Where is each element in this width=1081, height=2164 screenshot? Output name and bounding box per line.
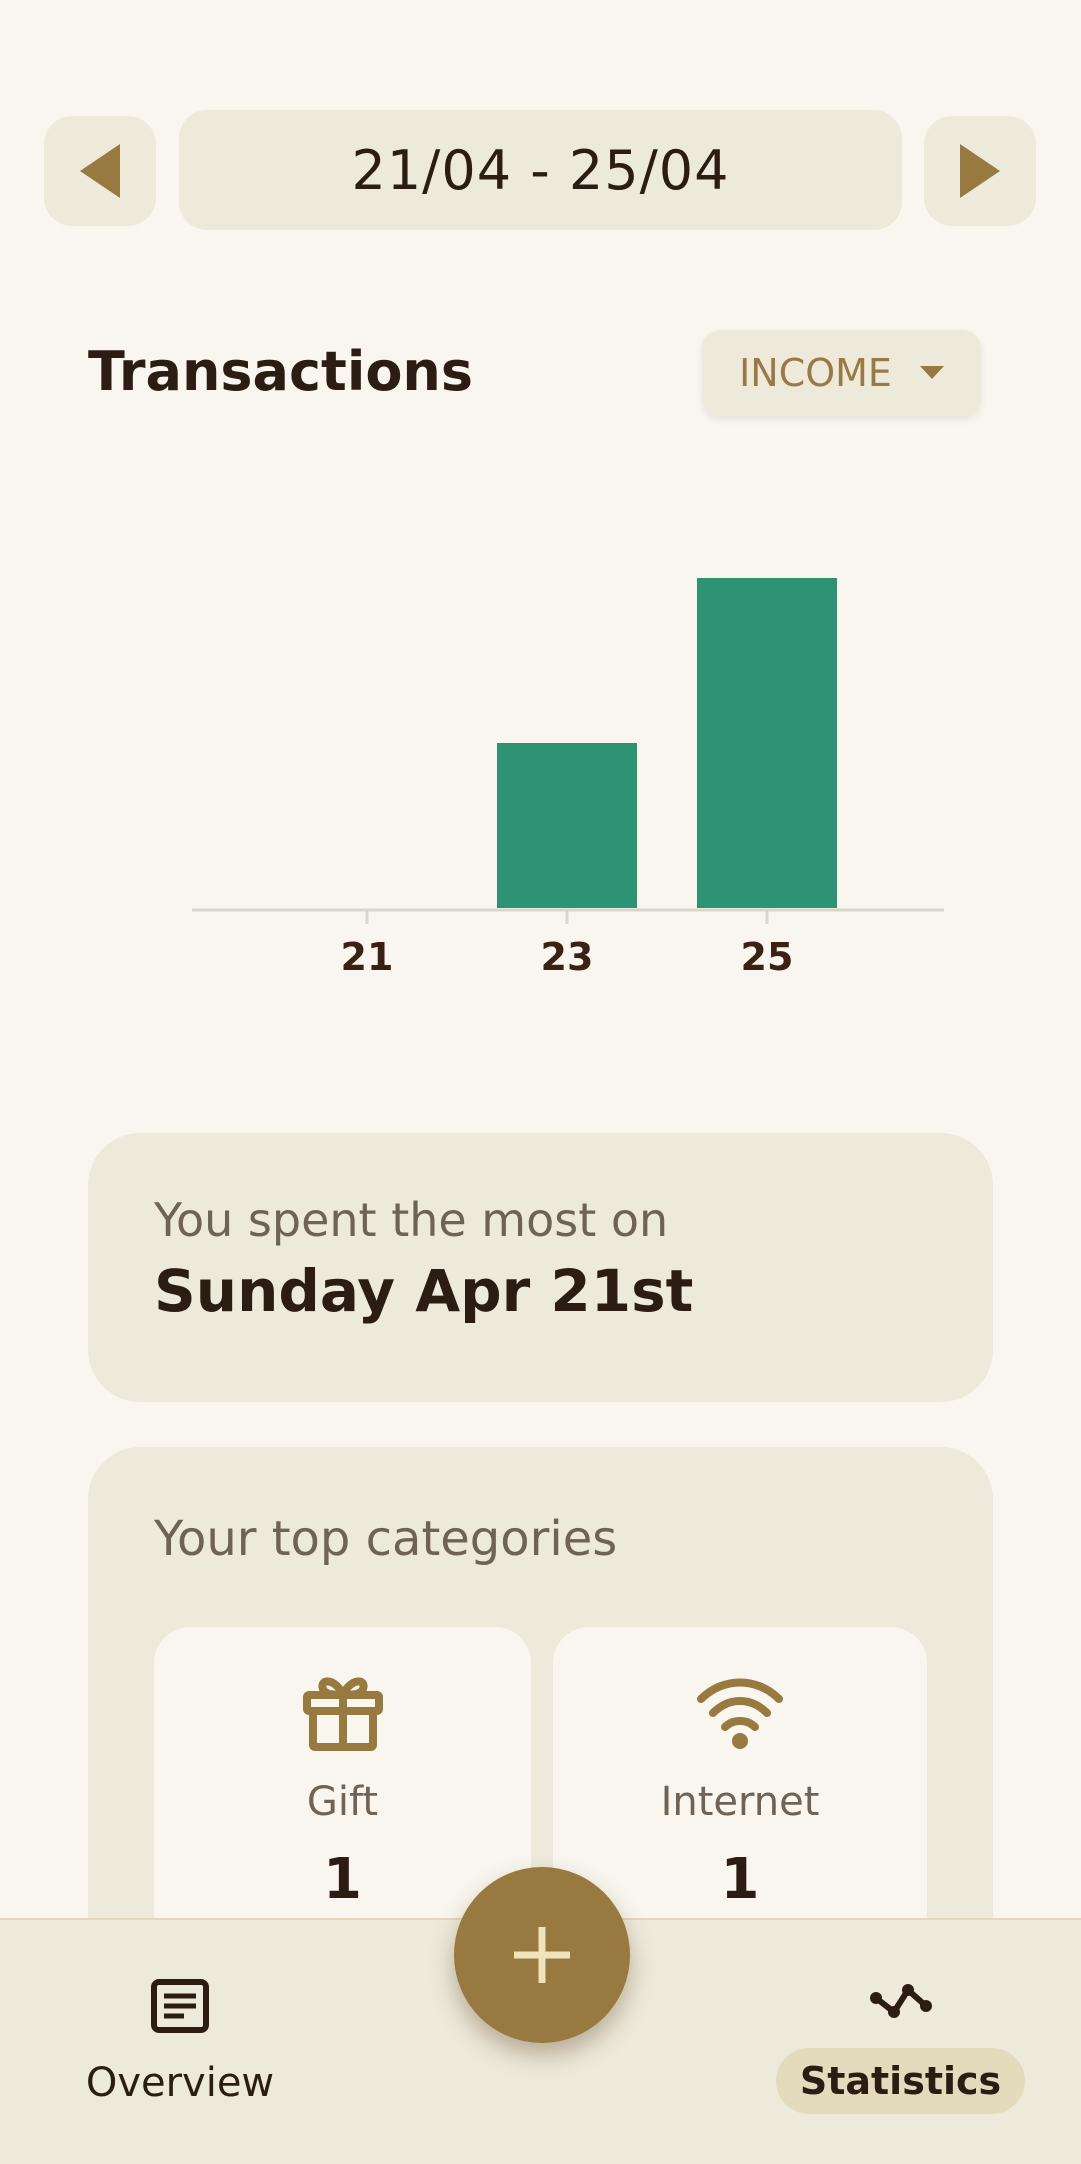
chart-tick-label-21: 21 [341,935,394,979]
triangle-left-icon [80,144,120,198]
nav-overview[interactable]: Overview [40,1960,320,2140]
date-range-selector[interactable]: 21/04 - 25/04 [179,110,902,230]
transactions-bar-chart: 21 23 25 [192,578,944,979]
spent-most-card: You spent the most on Sunday Apr 21st [88,1133,993,1402]
category-name: Internet [660,1779,820,1825]
date-range-label: 21/04 - 25/04 [351,138,730,202]
triangle-right-icon [960,144,1000,198]
trend-line-icon [870,1984,932,2018]
caret-down-icon [919,366,944,379]
next-range-button[interactable] [924,116,1036,226]
gift-icon [302,1677,383,1751]
previous-range-button[interactable] [44,116,156,226]
transaction-type-dropdown[interactable]: INCOME [702,330,981,416]
chart-bar-25 [697,578,837,908]
category-count: 1 [323,1847,362,1912]
nav-overview-label: Overview [85,2060,275,2106]
chart-tick-label-23: 23 [541,935,594,979]
add-transaction-button[interactable] [454,1867,630,2043]
document-list-icon [151,1979,209,2033]
chart-tick-label-25: 25 [741,935,794,979]
chart-bar-23 [497,743,637,908]
dropdown-value: INCOME [739,351,892,395]
spent-most-intro: You spent the most on [154,1193,669,1247]
top-categories-title: Your top categories [154,1511,618,1567]
category-count: 1 [720,1847,760,1912]
plus-icon [514,1927,570,1983]
spent-most-day: Sunday Apr 21st [154,1257,694,1325]
wifi-icon [697,1678,783,1749]
nav-statistics-label[interactable]: Statistics [776,2048,1025,2114]
category-name: Gift [306,1779,379,1825]
transactions-title: Transactions [88,340,474,403]
